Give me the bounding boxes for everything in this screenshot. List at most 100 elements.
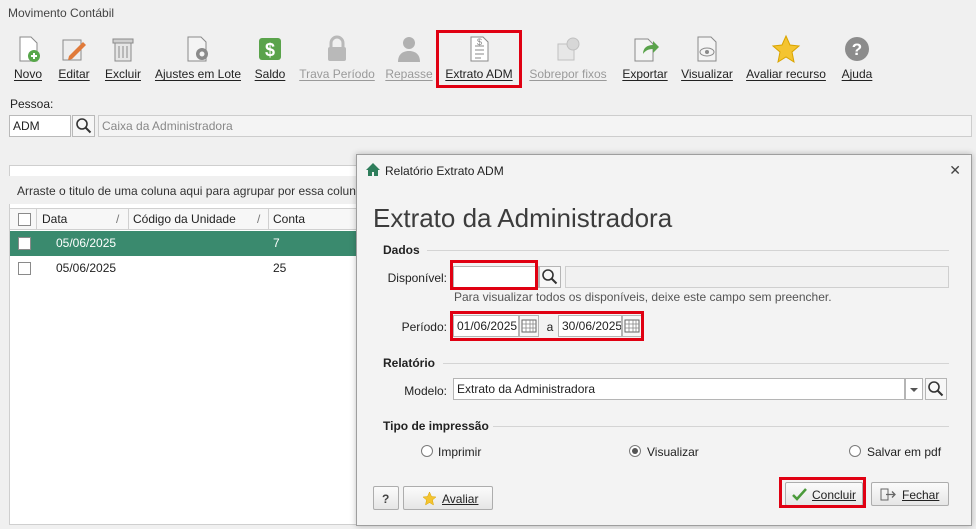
disponivel-label: Disponível: [387,271,447,285]
periodo-separator: a [546,320,554,334]
override-fixed-button[interactable]: Sobrepor fixos [524,28,612,88]
radio-salvar-pdf-label[interactable]: Salvar em pdf [867,445,941,459]
new-button[interactable]: Novo [8,28,48,88]
modelo-search-button[interactable] [925,378,947,400]
modelo-dropdown[interactable] [905,378,923,400]
help-button-label: Ajuda [841,67,873,81]
edit-button[interactable]: Editar [54,28,94,88]
lock-period-button-label: Trava Período [299,67,375,81]
help-icon: ? [382,492,390,506]
lock-period-button[interactable]: Trava Período [296,28,378,88]
trash-icon [112,38,134,62]
help-button[interactable]: ? Ajuda [836,28,878,88]
override-fixed-button-label: Sobrepor fixos [529,67,607,81]
gear-document-icon [187,36,208,62]
close-icon[interactable]: ✕ [949,162,961,179]
delete-button[interactable]: Excluir [100,28,146,88]
search-icon [542,269,558,285]
disponivel-search-button[interactable] [539,266,561,288]
new-document-icon [19,36,40,62]
periodo-start-calendar[interactable] [519,315,539,337]
delete-button-label: Excluir [104,67,141,81]
extract-adm-button-label: Extrato ADM [445,67,513,81]
radio-imprimir[interactable] [421,445,433,457]
dialog-help-button[interactable]: ? [373,486,399,510]
table-row[interactable]: 05/06/2025 25 [10,256,358,281]
section-dados: Dados [383,243,420,257]
dialog-heading: Extrato da Administradora [373,203,673,233]
periodo-end-calendar[interactable] [622,315,642,337]
concluir-label: Concluir [812,488,857,502]
disponivel-description [565,266,949,288]
cell-data: 05/06/2025 [56,236,117,250]
cell-conta: 7 [273,236,280,250]
transfer-button[interactable]: Repasse [384,28,434,88]
person-icon [398,37,420,62]
eye-document-icon [697,36,717,62]
svg-text:?: ? [852,40,862,59]
row-checkbox[interactable] [18,237,31,250]
radio-imprimir-label[interactable]: Imprimir [438,445,481,459]
select-all-checkbox[interactable] [18,213,31,226]
grid-header: Data / Código da Unidade / Conta [10,208,358,230]
calendar-icon [521,319,537,333]
column-header-codigo[interactable]: Código da Unidade [133,212,236,226]
report-document-icon: $ [470,36,489,62]
row-checkbox[interactable] [18,262,31,275]
batch-adjust-button[interactable]: Ajustes em Lote [152,28,244,88]
fechar-button[interactable]: Fechar [871,482,949,506]
rate-resource-button[interactable]: Avaliar recurso [742,28,830,88]
cell-conta: 25 [273,261,287,275]
avaliar-label: Avaliar [442,492,479,506]
help-icon: ? [845,37,869,61]
chevron-down-icon [910,388,918,392]
lock-icon [328,35,346,61]
calendar-icon [624,319,640,333]
export-button[interactable]: Exportar [618,28,672,88]
extract-adm-button[interactable]: $ Extrato ADM [440,28,518,88]
modelo-select[interactable]: Extrato da Administradora [453,378,905,400]
balance-button[interactable]: $ Saldo [250,28,290,88]
radio-visualizar[interactable] [629,445,641,457]
radio-salvar-pdf[interactable] [849,445,861,457]
batch-adjust-button-label: Ajustes em Lote [154,67,242,81]
view-button[interactable]: Visualizar [678,28,736,88]
overlay-icon [557,37,580,61]
rate-resource-button-label: Avaliar recurso [746,67,826,81]
edit-button-label: Editar [58,67,90,81]
group-by-hint: Arraste o titulo de uma coluna aqui para… [9,176,359,204]
periodo-start-input[interactable]: 01/06/2025 [453,315,519,337]
disponivel-input[interactable] [453,266,539,288]
dialog-titlebar: Relatório Extrato ADM ✕ [357,155,971,185]
dialog-title: Relatório Extrato ADM [385,164,504,178]
column-header-conta[interactable]: Conta [273,212,305,226]
sort-indicator-icon: / [116,212,120,226]
transfer-button-label: Repasse [385,67,433,81]
dollar-icon: $ [259,38,281,60]
periodo-end-input[interactable]: 30/06/2025 [558,315,622,337]
search-icon [928,381,944,397]
pessoa-search-button[interactable] [72,115,95,137]
dialog-avaliar-button[interactable]: Avaliar [403,486,493,510]
svg-text:$: $ [477,37,482,47]
section-tipo: Tipo de impressão [383,419,489,433]
balance-button-label: Saldo [254,67,286,81]
export-icon [634,38,659,62]
periodo-label: Período: [401,320,447,334]
fechar-label: Fechar [902,488,940,502]
star-icon [771,34,801,64]
section-relatorio: Relatório [383,356,436,370]
sort-indicator-icon: / [257,212,261,226]
pessoa-code-input[interactable]: ADM [9,115,71,137]
exit-icon [880,488,896,501]
disponivel-hint: Para visualizar todos os disponíveis, de… [454,290,832,304]
cell-data: 05/06/2025 [56,261,117,275]
concluir-button[interactable]: Concluir [785,482,863,506]
column-header-data[interactable]: Data [42,212,67,226]
table-row[interactable]: 05/06/2025 7 [10,231,358,256]
home-icon [366,163,380,176]
pessoa-name-field: Caixa da Administradora [98,115,972,137]
view-button-label: Visualizar [681,67,733,81]
export-button-label: Exportar [622,67,668,81]
radio-visualizar-label[interactable]: Visualizar [647,445,699,459]
